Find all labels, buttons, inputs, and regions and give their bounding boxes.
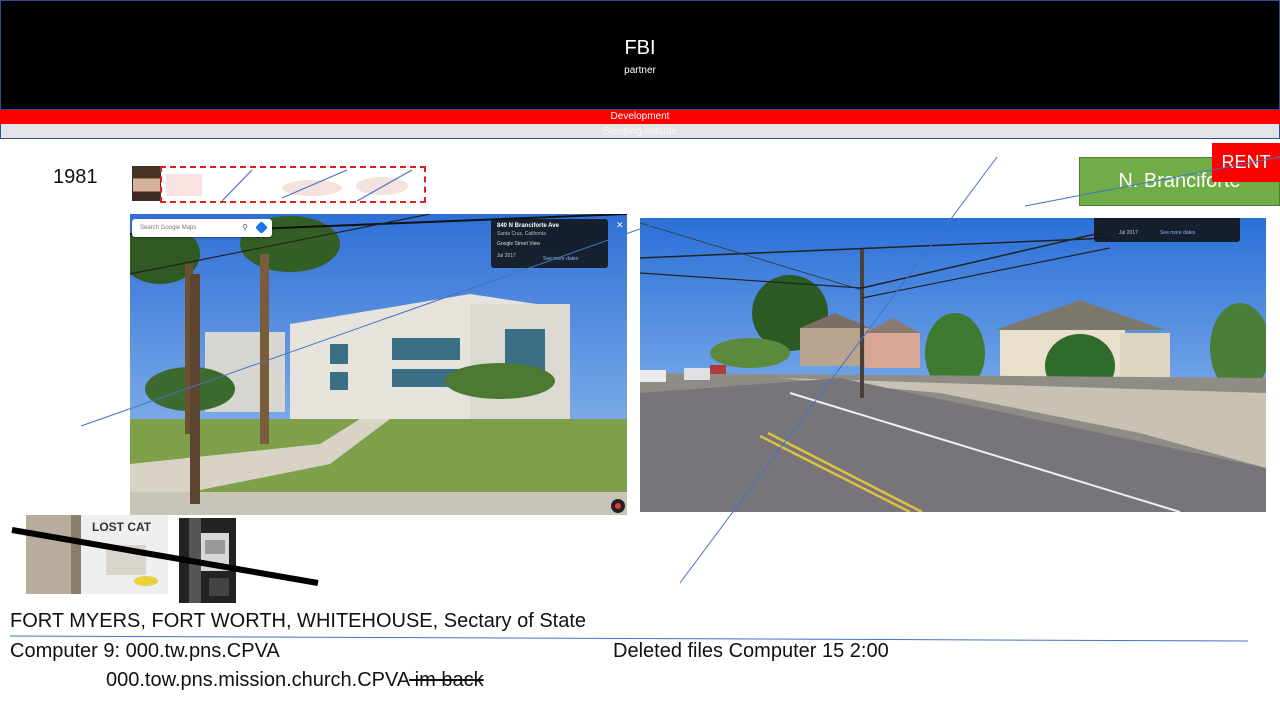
header-subtitle: partner (624, 65, 656, 76)
place-address: 840 N Branciforte Ave (497, 223, 559, 229)
header-banner: FBI partner (0, 0, 1280, 110)
rent-callout: RENT (1212, 143, 1280, 182)
deleted-files-text: Deleted files Computer 15 2:00 (613, 640, 889, 662)
place-info-card: 840 N Branciforte Ave Santa Cruz, Califo… (491, 219, 608, 268)
street-view-label: Google Street View (497, 241, 540, 247)
street-view-houses-photo: Jul 2017 See more dates (640, 218, 1266, 512)
mission-path-text: 000.tow.pns.mission.church.CPVA im back (106, 669, 484, 692)
directions-icon[interactable] (255, 221, 268, 234)
see-more-dates-link[interactable]: See more dates (543, 256, 578, 262)
sleeping-outside-band: Sleeping outside (0, 124, 1280, 139)
capture-date: Jul 2017 (1119, 230, 1138, 236)
date-info-card: Jul 2017 See more dates (1094, 218, 1240, 242)
see-more-dates-link[interactable]: See more dates (1160, 230, 1195, 236)
mission-path-main: 000.tow.pns.mission.church.CPVA (106, 669, 410, 691)
search-icon[interactable]: ⚲ (242, 219, 248, 237)
flyer-on-pole-photo (179, 518, 236, 603)
year-label: 1981 (53, 166, 98, 188)
close-icon[interactable]: ✕ (616, 220, 624, 231)
lost-cat-flyer-photo: LOST CAT (26, 515, 168, 594)
development-band: Development (0, 110, 1280, 124)
dashed-image-strip (160, 166, 426, 203)
map-search-input[interactable]: Search Google Maps ⚲ (132, 219, 272, 237)
computer9-text: Computer 9: 000.tw.pns.CPVA (10, 640, 280, 662)
struck-text: im back (409, 669, 484, 691)
street-view-school-photo: Search Google Maps ⚲ 840 N Branciforte A… (130, 214, 627, 515)
lost-cat-text: LOST CAT (92, 520, 152, 534)
header-title: FBI (624, 37, 656, 59)
place-city: Santa Cruz, California (497, 231, 546, 237)
places-text: FORT MYERS, FORT WORTH, WHITEHOUSE, Sect… (10, 610, 587, 632)
search-placeholder-text: Search Google Maps (140, 225, 197, 231)
person-photo (132, 166, 161, 201)
